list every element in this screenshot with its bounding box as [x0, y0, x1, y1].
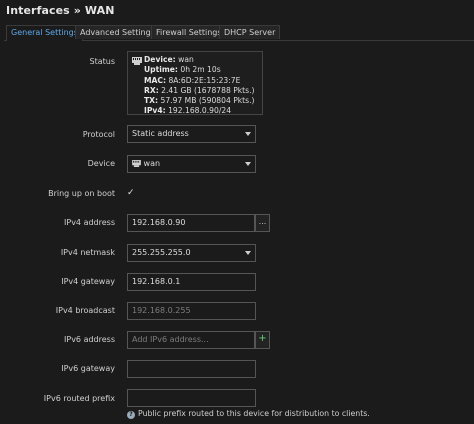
help-icon: ?: [127, 411, 135, 419]
ipv6-prefix-hint: ? Public prefix routed to this device for…: [127, 409, 370, 419]
ipv4-netmask-select[interactable]: 255.255.255.0: [127, 244, 256, 262]
add-ipv6-address-button[interactable]: +: [255, 331, 270, 349]
ipv4-gateway-input[interactable]: 192.168.0.1: [127, 273, 256, 291]
ipv6-gateway-label: IPv6 gateway: [61, 364, 115, 373]
tab-advanced-settings[interactable]: Advanced Settings: [75, 25, 160, 39]
status-mac: MAC: 8A:6D:2E:15:23:7E: [144, 75, 241, 85]
ipv6-prefix-hint-text: Public prefix routed to this device for …: [138, 409, 370, 418]
status-ipv4: IPv4: 192.168.0.90/24: [144, 106, 232, 116]
tab-general-settings[interactable]: General Settings: [6, 25, 83, 41]
ipv4-netmask-label: IPv4 netmask: [60, 248, 115, 257]
status-rx: RX: 2.41 GB (1678788 Pkts.): [144, 85, 255, 95]
chevron-down-icon: [245, 251, 251, 255]
ipv4-broadcast-label: IPv4 broadcast: [55, 306, 115, 315]
tab-bar: General Settings Advanced Settings Firew…: [4, 25, 474, 41]
status-label: Status: [89, 57, 116, 66]
ipv4-address-more-button[interactable]: ...: [255, 214, 270, 232]
boot-checkbox[interactable]: ✓: [127, 188, 137, 198]
tab-firewall-settings[interactable]: Firewall Settings: [151, 25, 227, 39]
protocol-label: Protocol: [82, 130, 115, 139]
ipv6-prefix-input[interactable]: [127, 389, 256, 407]
network-port-icon: [132, 57, 142, 65]
page-title: Interfaces » WAN: [6, 4, 115, 17]
ipv4-broadcast-input[interactable]: 192.168.0.255: [127, 302, 256, 320]
device-label: Device: [87, 159, 115, 168]
ipv4-address-input[interactable]: 192.168.0.90: [127, 214, 255, 232]
boot-label: Bring up on boot: [48, 189, 115, 198]
ipv6-address-label: IPv6 address: [64, 335, 115, 344]
ipv4-address-label: IPv4 address: [64, 218, 115, 227]
ipv6-address-input[interactable]: Add IPv6 address...: [127, 331, 255, 349]
tab-dhcp-server[interactable]: DHCP Server: [219, 25, 281, 39]
chevron-down-icon: [245, 162, 251, 166]
network-port-icon: [132, 160, 141, 167]
status-uptime: Uptime: 0h 2m 10s: [144, 65, 221, 75]
status-details: Device: wan Uptime: 0h 2m 10s MAC: 8A:6D…: [144, 55, 255, 117]
ipv6-gateway-input[interactable]: [127, 360, 256, 378]
status-box: Device: wan Uptime: 0h 2m 10s MAC: 8A:6D…: [127, 51, 263, 115]
protocol-select[interactable]: Static address: [127, 125, 256, 143]
status-tx: TX: 57.97 MB (590804 Pkts.): [144, 96, 255, 106]
ipv6-prefix-label: IPv6 routed prefix: [43, 394, 115, 403]
chevron-down-icon: [245, 132, 251, 136]
device-select[interactable]: wan: [127, 155, 256, 173]
status-device: Device: wan: [144, 55, 194, 64]
ipv4-gateway-label: IPv4 gateway: [61, 277, 115, 286]
